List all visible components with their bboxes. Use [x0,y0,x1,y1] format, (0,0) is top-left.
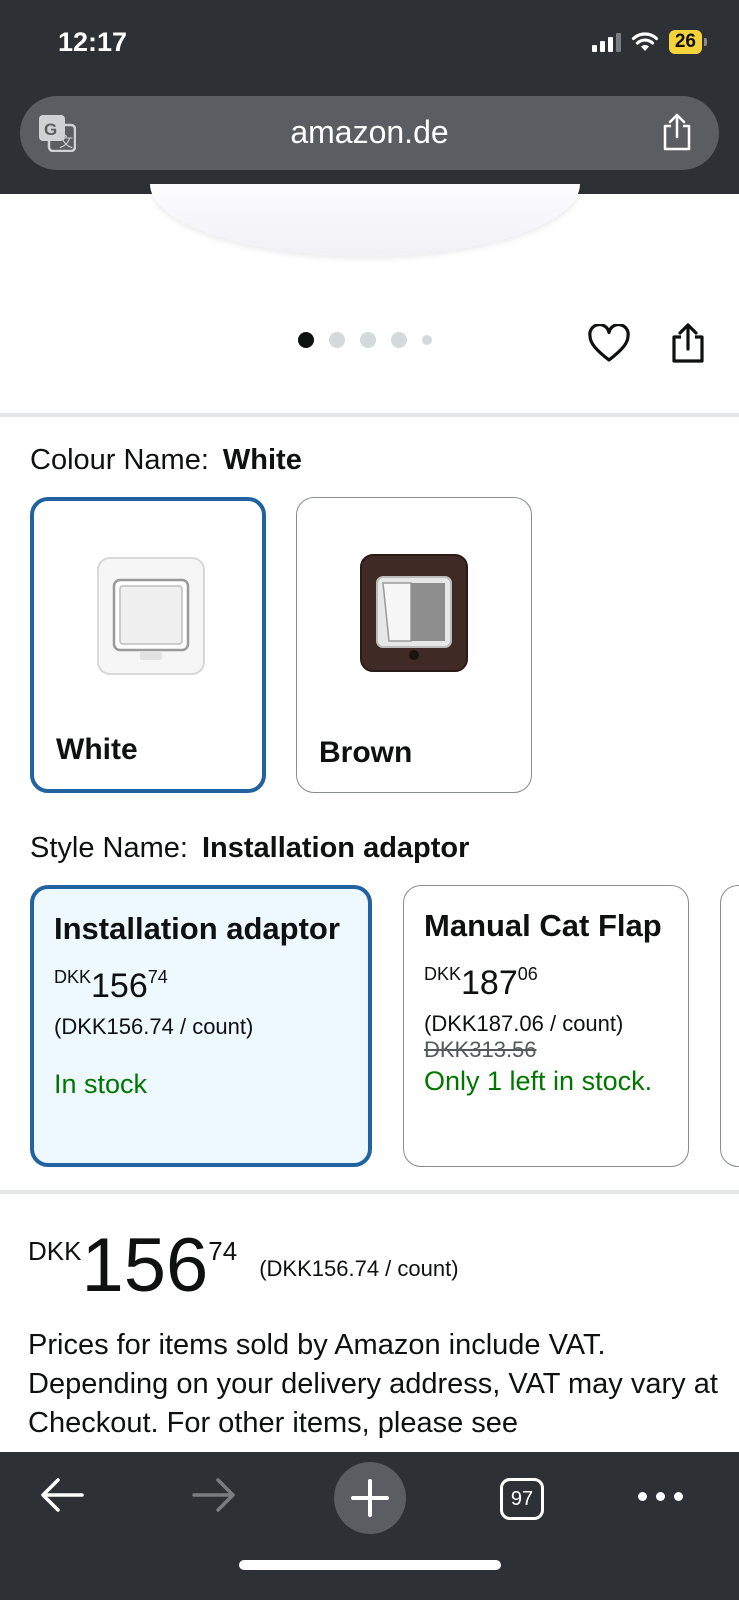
style-name-heading: Style Name: Installation adaptor [30,832,469,865]
battery-icon: 26 [668,30,707,54]
swatch-label: White [56,733,138,766]
price-currency: DKK [54,967,92,987]
gallery-dots [298,332,432,348]
price-per-count: (DKK187.06 / count) [424,1011,624,1036]
price-fraction: 06 [517,964,538,984]
back-arrow-icon[interactable] [38,1474,86,1516]
swatch-label: Brown [319,736,413,769]
divider [0,1190,739,1194]
style-option-partial[interactable] [720,885,739,1167]
stock-status: Only 1 left in stock. [424,1066,653,1096]
gallery-dot[interactable] [298,332,314,348]
price-whole: 187 [461,964,518,1002]
price-currency: DKK [28,1236,82,1266]
heart-icon[interactable] [588,324,630,364]
gallery-dot[interactable] [360,332,376,348]
style-option-title: Manual Cat Flap [424,908,662,943]
stock-status: In stock [54,1069,148,1099]
style-option-installation-adaptor[interactable]: Installation adaptor DKK15674 (DKK156.74… [30,885,372,1167]
url-text[interactable]: amazon.de [20,114,719,151]
price-whole: 156 [81,1223,209,1308]
status-icons: 26 [591,30,707,54]
price-per-count: (DKK156.74 / count) [54,1014,254,1039]
style-name-value: Installation adaptor [201,832,470,864]
new-tab-button[interactable] [334,1462,406,1534]
product-thumbnail-brown [360,554,468,672]
status-time: 12:17 [58,27,128,57]
style-option-title: Installation adaptor [54,911,340,946]
price-fraction: 74 [208,1236,238,1266]
colour-swatch-white[interactable]: White [30,497,266,793]
tab-count-button[interactable]: 97 [500,1478,544,1520]
more-options-icon[interactable] [638,1492,683,1501]
colour-swatch-brown[interactable]: Brown [296,497,532,793]
cellular-signal-icon [591,32,621,52]
gallery-dot[interactable] [391,332,407,348]
style-option-price: DKK18706 [424,954,668,1003]
product-thumbnail-white [97,557,205,675]
style-option-price: DKK15674 [54,957,348,1006]
colour-name-value: White [222,444,302,476]
product-image [150,184,580,256]
vat-note: Prices for items sold by Amazon include … [28,1329,718,1439]
price-fraction: 74 [147,967,168,987]
style-name-label: Style Name: [30,832,188,864]
product-image-gallery[interactable] [0,184,739,414]
price-whole: 156 [91,967,148,1005]
browser-bottom-toolbar: 97 [0,1452,739,1600]
battery-level: 26 [668,30,702,54]
gallery-dot[interactable] [329,332,345,348]
price-currency: DKK [424,964,462,984]
style-option-manual-cat-flap[interactable]: Manual Cat Flap DKK18706 (DKK187.06 / co… [403,885,689,1167]
gallery-dot[interactable] [422,335,432,345]
forward-arrow-icon[interactable] [190,1474,238,1516]
home-indicator[interactable] [239,1560,501,1570]
price-per-count: (DKK156.74 / count) [259,1256,459,1281]
address-bar[interactable]: G 文 amazon.de [20,96,719,170]
plus-icon [351,1479,389,1517]
list-price: DKK313.56 [424,1037,537,1062]
page: 12:17 26 G 文 amazon.de Colour Name: Whit… [0,0,739,1600]
colour-name-heading: Colour Name: White [30,444,302,477]
share-icon[interactable] [670,322,706,364]
main-price: DKK 156 74 (DKK156.74 / count) [28,1228,459,1304]
share-icon[interactable] [659,112,695,152]
colour-name-label: Colour Name: [30,444,209,476]
browser-top-chrome: 12:17 26 G 文 amazon.de [0,0,739,194]
divider [0,413,739,417]
wifi-icon [631,31,659,53]
